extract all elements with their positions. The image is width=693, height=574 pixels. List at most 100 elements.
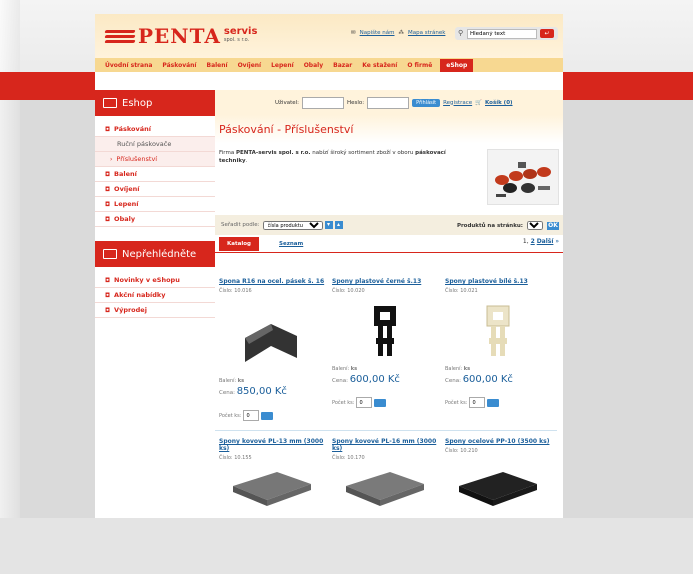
- sidebar-item-sale[interactable]: ◘ Výprodej: [95, 303, 215, 318]
- qty-input[interactable]: [469, 397, 486, 408]
- sidebar-item-wrapping[interactable]: ◘ Ovíjení: [95, 182, 215, 197]
- nav-item-strapping[interactable]: Páskování: [162, 62, 196, 69]
- tab-list[interactable]: Seznam: [271, 237, 311, 251]
- product-name-link[interactable]: Spony kovové PL-16 mm (3000 ks): [332, 438, 442, 452]
- sidebar-item-news[interactable]: ◘ Novinky v eShopu: [95, 273, 215, 288]
- cart-icon: 🛒: [475, 99, 482, 106]
- nav-item-taping[interactable]: Lepení: [271, 62, 294, 69]
- nav-item-downloads[interactable]: Ke stažení: [362, 62, 397, 69]
- sidebar: Eshop ◘ Páskování Ruční páskovače › Příslu…: [95, 90, 215, 518]
- sidebar-header-eshop: Eshop: [95, 90, 215, 116]
- sidebar-menu-2: ◘ Novinky v eShopu ◘ Akční nabídky ◘ Výprod…: [95, 267, 215, 324]
- intro: Firma PENTA-servis spol. s r.o. nabízí š…: [215, 143, 563, 215]
- logo-text: PENTA: [138, 24, 221, 48]
- sort-desc-icon[interactable]: ▾: [324, 221, 333, 229]
- sidebar-item-accessories[interactable]: › Příslušenství: [95, 152, 215, 167]
- per-page-ok-button[interactable]: OK: [547, 221, 559, 230]
- breadcrumb-current: Příslušenství: [207, 75, 239, 81]
- sort-select[interactable]: čísla produktu: [262, 220, 323, 230]
- pager-next[interactable]: Další: [537, 238, 554, 245]
- nav-item-packing[interactable]: Balení: [207, 62, 228, 69]
- sidebar-item-hand-strappers[interactable]: Ruční páskovače: [95, 137, 215, 152]
- tab-catalog[interactable]: Katalog: [219, 237, 259, 251]
- nav-item-bazaar[interactable]: Bazar: [333, 62, 352, 69]
- search-input[interactable]: [467, 28, 537, 39]
- pager-current: 1: [522, 238, 527, 245]
- sort-label: Seřadit podle:: [221, 222, 260, 228]
- product-image[interactable]: [227, 316, 317, 372]
- search-submit-button[interactable]: ↵: [540, 29, 554, 38]
- login-button[interactable]: Přihlásit: [412, 98, 441, 107]
- breadcrumb-eshop[interactable]: eShop: [151, 75, 167, 81]
- product-price: Cena: 600,00 Kč: [445, 374, 513, 385]
- product-card: Spony kovové PL-16 mm (3000 ks) Číslo: 1…: [332, 438, 442, 574]
- nav-item-eshop[interactable]: eShop: [440, 58, 474, 72]
- register-link[interactable]: Registrace: [443, 100, 472, 106]
- qty-input[interactable]: [356, 397, 373, 408]
- row-divider: [215, 430, 557, 431]
- bullet-icon: ◘: [105, 186, 111, 193]
- product-card: Spony plastové bílé š.13 Číslo: 10.021 B…: [445, 278, 555, 414]
- nav-item-wrapping[interactable]: Ovíjení: [238, 62, 262, 69]
- add-to-cart-button[interactable]: [487, 398, 500, 407]
- breadcrumb-home[interactable]: Úvodní strana: [108, 75, 143, 81]
- sidebar-item-packing[interactable]: ◘ Balení: [95, 167, 215, 182]
- product-name-link[interactable]: Spona R16 na ocel. pásek š. 16: [219, 278, 329, 285]
- sidebar-item-offers[interactable]: ◘ Akční nabídky: [95, 288, 215, 303]
- user-input[interactable]: [302, 96, 344, 109]
- product-qty: Počet ks:: [219, 410, 274, 421]
- contact-link[interactable]: Napište nám: [360, 30, 395, 36]
- bullet-icon: ◘: [105, 277, 111, 284]
- top-links: ✉ Napište nám ⁂ Mapa stránek: [351, 30, 445, 36]
- product-image[interactable]: [227, 468, 317, 510]
- product-number: Číslo: 10.021: [445, 288, 478, 294]
- logo[interactable]: PENTA servis spol. s r.o.: [104, 24, 257, 48]
- folder-icon: [103, 98, 117, 108]
- password-label: Heslo:: [347, 99, 365, 106]
- intro-text: Firma PENTA-servis spol. s r.o. nabízí š…: [219, 150, 446, 164]
- product-price: Cena: 600,00 Kč: [332, 374, 400, 385]
- password-input[interactable]: [367, 96, 410, 109]
- product-number: Číslo: 10.020: [332, 288, 365, 294]
- product-image[interactable]: [340, 304, 430, 366]
- bullet-icon: ◘: [105, 307, 111, 314]
- cart-link[interactable]: Košík (0): [485, 100, 513, 106]
- add-to-cart-button[interactable]: [374, 398, 387, 407]
- bullet-icon: ◘: [105, 292, 111, 299]
- product-name-link[interactable]: Spony ocelové PP-10 (3500 ks): [445, 438, 555, 445]
- add-to-cart-button[interactable]: [261, 411, 274, 420]
- nav-item-about[interactable]: O firmě: [407, 62, 432, 69]
- logo-sub-company: spol. s r.o.: [223, 37, 250, 43]
- product-name-link[interactable]: Spony kovové PL-13 mm (3000 ks): [219, 438, 329, 452]
- logo-mark-icon: [104, 28, 136, 44]
- breadcrumb-strapping[interactable]: Páskování: [175, 75, 200, 81]
- sidebar-item-strapping[interactable]: ◘ Páskování: [95, 122, 215, 137]
- sidebar-item-packaging[interactable]: ◘ Obaly: [95, 212, 215, 227]
- product-qty: Počet ks:: [445, 397, 500, 408]
- main-content: Uživatel: Heslo: Přihlásit Registrace 🛒 …: [215, 90, 563, 518]
- product-card: Spony kovové PL-13 mm (3000 ks) Číslo: 1…: [219, 438, 329, 574]
- bullet-icon: ◘: [105, 216, 111, 223]
- bullet-icon: ◘: [105, 126, 111, 133]
- per-page-select[interactable]: 20: [527, 221, 543, 230]
- product-pack: Balení: ks: [445, 366, 471, 372]
- page-title: Páskování - Příslušenství: [219, 123, 354, 136]
- bullet-icon: ◘: [105, 171, 111, 178]
- nav-item-home[interactable]: Úvodní strana: [105, 62, 152, 69]
- sidebar-menu: ◘ Páskování Ruční páskovače › Příslušenstv…: [95, 116, 215, 233]
- product-image[interactable]: [453, 304, 543, 366]
- sitemap-link[interactable]: Mapa stránek: [408, 30, 445, 36]
- product-name-link[interactable]: Spony plastové bílé š.13: [445, 278, 555, 285]
- sitemap-icon: ⁂: [398, 30, 404, 36]
- product-card: Spony ocelové PP-10 (3500 ks) Číslo: 10.…: [445, 438, 555, 574]
- qty-input[interactable]: [243, 410, 260, 421]
- nav-item-packaging[interactable]: Obaly: [304, 62, 323, 69]
- pager-page-2[interactable]: 2: [531, 238, 535, 245]
- sidebar-item-taping[interactable]: ◘ Lepení: [95, 197, 215, 212]
- product-image[interactable]: [340, 468, 430, 510]
- product-name-link[interactable]: Spony plastové černé š.13: [332, 278, 442, 285]
- sort-bar: Seřadit podle: čísla produktu ▾ ▴ Produk…: [215, 215, 563, 235]
- arrow-right-icon: ›: [110, 156, 113, 163]
- sort-asc-icon[interactable]: ▴: [334, 221, 343, 229]
- product-image[interactable]: [453, 468, 543, 510]
